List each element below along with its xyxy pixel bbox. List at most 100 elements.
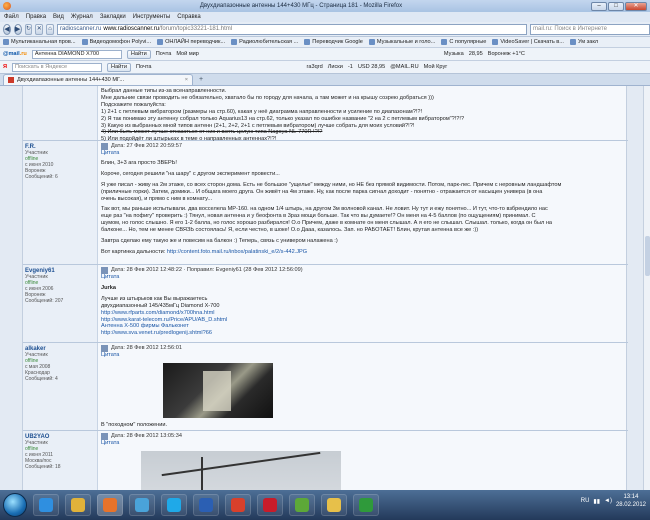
- bookmark-icon: [492, 39, 499, 45]
- quote-link[interactable]: Цитата: [101, 150, 626, 157]
- post-line: Завтра сделаю ему такую же и повесим на …: [101, 238, 338, 245]
- taskbar-paint-button[interactable]: [289, 494, 315, 516]
- taskbar-media-button[interactable]: [129, 494, 155, 516]
- bookmark-label: VideoSaver | Скачать в...: [500, 39, 564, 45]
- bookmark-item[interactable]: Ум закл: [569, 39, 598, 45]
- tab-favicon-icon: [8, 77, 14, 83]
- start-button[interactable]: [3, 493, 27, 517]
- tab-close-icon[interactable]: ×: [185, 77, 188, 83]
- post-link[interactable]: http://www.karat-telecom.ru/Price/APU/AB…: [101, 317, 626, 324]
- menu-bookmarks[interactable]: Закладки: [100, 14, 126, 20]
- menu-tools[interactable]: Инструменты: [133, 14, 170, 20]
- antenna-photo[interactable]: [163, 362, 273, 418]
- search-input[interactable]: mail.ru: Поиск в Интернете: [529, 23, 650, 35]
- taskbar-explorer-button[interactable]: [65, 494, 91, 516]
- bookmark-item[interactable]: Видеодомофон Polyvi...: [81, 39, 151, 45]
- bookmark-icon: [304, 39, 311, 45]
- opera-icon: [263, 498, 277, 512]
- post-link[interactable]: http://www.rfparts.com/diamond/x700hna.h…: [101, 310, 626, 317]
- post-link[interactable]: Антенна X-500 фирмы Фальконет: [101, 323, 626, 330]
- reload-icon[interactable]: ↻: [24, 23, 33, 35]
- mailru-weather[interactable]: Воронеж +1°С: [488, 51, 525, 57]
- taskbar-chrome-button[interactable]: [225, 494, 251, 516]
- post-icon: [101, 433, 108, 440]
- bookmark-icon: [368, 39, 375, 45]
- mailru-logo[interactable]: @mail.ru: [3, 51, 27, 57]
- network-icon[interactable]: ▮▮: [593, 498, 600, 505]
- taskbar-folder-button[interactable]: [321, 494, 347, 516]
- bookmark-item[interactable]: VideoSaver | Скачать в...: [492, 39, 564, 45]
- scrollbar-thumb[interactable]: [645, 236, 650, 276]
- quote-link[interactable]: Цитата: [101, 440, 626, 447]
- new-tab-button[interactable]: +: [195, 75, 207, 85]
- post-date: Дата: 28 Фев 2012 12:56:01: [111, 345, 182, 352]
- bookmark-item[interactable]: Радиолюбительская ...: [231, 39, 298, 45]
- post-line: Вот картинка дальности:: [101, 248, 166, 255]
- clock-time: 13:14: [623, 494, 639, 500]
- post-line: Блин, 3+3 ага просто ЗВЕРЬ!: [101, 159, 177, 166]
- bookmark-icon: [3, 39, 9, 45]
- mailru-myworld-link[interactable]: Мой мир: [176, 51, 199, 57]
- forum-post: Выбрал данные типы из-за всенаправленнос…: [23, 86, 628, 142]
- mailru-search-input[interactable]: Антенна DIAMOND X700: [31, 49, 122, 59]
- yandex-search-input[interactable]: Поискать в Яндексе: [12, 62, 103, 72]
- tab-active[interactable]: Двухдиапазонные антенны 144+430 МГ... ×: [3, 74, 193, 85]
- stop-icon[interactable]: ✕: [35, 23, 44, 35]
- bookmark-item[interactable]: Мультиканальная пров...: [3, 39, 76, 45]
- taskbar-utorrent-button[interactable]: [353, 494, 379, 516]
- language-indicator[interactable]: RU: [581, 498, 590, 504]
- taskbar-word-button[interactable]: [193, 494, 219, 516]
- home-icon[interactable]: ⌂: [46, 23, 54, 35]
- antenna-photo[interactable]: [141, 450, 341, 490]
- menu-edit[interactable]: Правка: [26, 14, 46, 20]
- bookmark-label: Переводчик Google: [312, 39, 363, 45]
- post-line: Короче, сегодня решили "на шару" с друго…: [101, 170, 280, 177]
- post-line: балконе... Но, тем не менее СВЯЗЬ состоя…: [101, 227, 479, 234]
- volume-icon[interactable]: ◄): [604, 498, 612, 504]
- bookmark-item[interactable]: С популярные: [441, 39, 486, 45]
- yandex-logo[interactable]: Я: [3, 64, 7, 70]
- menu-history[interactable]: Журнал: [71, 14, 93, 20]
- mailru-currency: 28,95: [468, 51, 483, 57]
- taskbar-skype-button[interactable]: [161, 494, 187, 516]
- maximize-button[interactable]: □: [608, 1, 624, 11]
- quote-link[interactable]: Цитата: [101, 274, 626, 281]
- back-icon[interactable]: ◀: [3, 23, 11, 35]
- yandex-user[interactable]: ra3qrd: [307, 64, 323, 70]
- taskbar-ie-button[interactable]: [33, 494, 59, 516]
- minimize-button[interactable]: –: [591, 1, 607, 11]
- mailru-mail-link[interactable]: Почта: [156, 51, 172, 57]
- yandex-weather-city[interactable]: Лиски: [328, 64, 343, 70]
- yandex-mykrug-link[interactable]: Мой Круг: [424, 64, 448, 70]
- bookmark-item[interactable]: Переводчик Google: [304, 39, 363, 45]
- forward-icon[interactable]: ▶: [13, 23, 22, 35]
- address-bar[interactable]: radioscanner.ru www.radioscanner.ru /for…: [56, 23, 527, 35]
- yandex-mail-link[interactable]: Почта: [136, 64, 152, 70]
- bookmark-item[interactable]: ОНЛАЙН переводчик...: [157, 39, 225, 45]
- post-link[interactable]: http://content.foto.mail.ru/inbox/palati…: [167, 249, 307, 255]
- post-link[interactable]: http://www.sva.venet.ru/predlogenij.shtm…: [101, 330, 626, 337]
- close-button[interactable]: ✕: [625, 1, 647, 11]
- post-line: 2) Я так понимаю эту антенну собрал толь…: [101, 115, 465, 122]
- post-line: Я уже писал - живу на 2м этаже, со всех …: [101, 181, 562, 188]
- yandex-mailru-link[interactable]: @MAIL.RU: [390, 64, 418, 70]
- bookmark-label: С популярные: [449, 39, 487, 45]
- mailru-music-link[interactable]: Музыка: [444, 51, 464, 57]
- page-scrollbar[interactable]: [643, 86, 650, 490]
- mailru-find-button[interactable]: Найти: [126, 49, 151, 59]
- taskbar-firefox-button[interactable]: [97, 494, 123, 516]
- system-tray: RU ▮▮ ◄) 13:14 28.02.2012: [581, 493, 646, 509]
- site-identity[interactable]: radioscanner.ru: [60, 26, 101, 32]
- post-author-column: UB2YAO Участник offline с июня 2011 Моск…: [23, 431, 98, 490]
- bookmark-item[interactable]: Музыкальные и голо...: [368, 39, 435, 45]
- menu-help[interactable]: Справка: [177, 14, 201, 20]
- chrome-icon: [231, 498, 245, 512]
- yandex-find-button[interactable]: Найти: [107, 62, 131, 72]
- clock[interactable]: 13:14 28.02.2012: [616, 493, 646, 509]
- menu-file[interactable]: Файл: [4, 14, 19, 20]
- quote-link[interactable]: Цитата: [101, 352, 626, 359]
- post-header: Дата: 28 Фев 2012 12:48:22 · Поправил: E…: [101, 267, 626, 274]
- menu-view[interactable]: Вид: [53, 14, 64, 20]
- post-line: Так вот, мы раньше испытывали. два воссе…: [101, 206, 548, 213]
- taskbar-opera-button[interactable]: [257, 494, 283, 516]
